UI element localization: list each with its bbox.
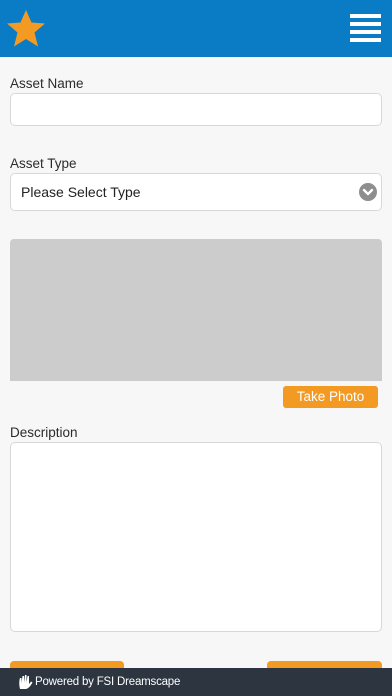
photo-preview-area [10, 239, 382, 381]
app-header [0, 0, 392, 57]
asset-type-label: Asset Type [10, 156, 77, 171]
footer-bar: Powered by FSI Dreamscape [0, 668, 392, 696]
hamburger-menu-icon[interactable] [350, 14, 382, 44]
take-photo-button[interactable]: Take Photo [283, 386, 378, 408]
asset-name-input[interactable] [10, 93, 382, 126]
asset-name-label: Asset Name [10, 76, 84, 91]
star-icon[interactable] [6, 9, 46, 49]
asset-type-select[interactable]: Please Select Type [10, 173, 382, 211]
description-textarea[interactable] [10, 442, 382, 632]
powered-by-text: Powered by FSI Dreamscape [35, 676, 181, 688]
chevron-down-icon [359, 183, 377, 201]
description-label: Description [10, 425, 78, 440]
fsi-hand-logo-icon [19, 675, 33, 689]
asset-type-selected-value: Please Select Type [21, 184, 141, 200]
